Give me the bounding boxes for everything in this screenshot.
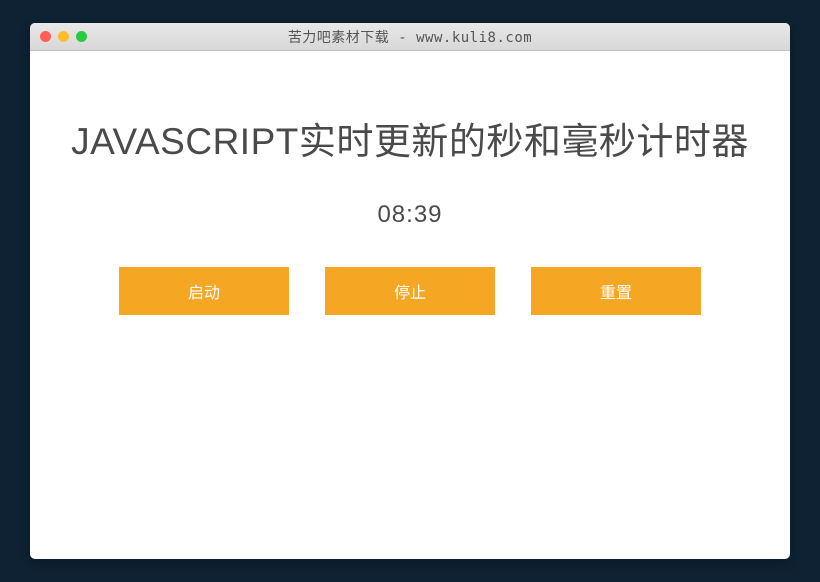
timer-display: 08:39: [50, 201, 770, 229]
page-title: JAVASCRIPT实时更新的秒和毫秒计时器: [50, 111, 770, 165]
timer-centiseconds: 39: [414, 201, 443, 228]
reset-button[interactable]: 重置: [531, 267, 701, 315]
application-window: 苦力吧素材下载 - www.kuli8.com JAVASCRIPT实时更新的秒…: [30, 23, 790, 559]
timer-seconds: 08: [377, 201, 406, 228]
titlebar: 苦力吧素材下载 - www.kuli8.com: [30, 23, 790, 51]
button-row: 启动 停止 重置: [50, 267, 770, 315]
maximize-icon[interactable]: [76, 31, 87, 42]
minimize-icon[interactable]: [58, 31, 69, 42]
close-icon[interactable]: [40, 31, 51, 42]
timer-separator: :: [406, 201, 414, 228]
start-button[interactable]: 启动: [119, 267, 289, 315]
stop-button[interactable]: 停止: [325, 267, 495, 315]
window-title: 苦力吧素材下载 - www.kuli8.com: [40, 27, 780, 47]
content-area: JAVASCRIPT实时更新的秒和毫秒计时器 08:39 启动 停止 重置: [30, 51, 790, 315]
traffic-lights: [40, 31, 87, 42]
